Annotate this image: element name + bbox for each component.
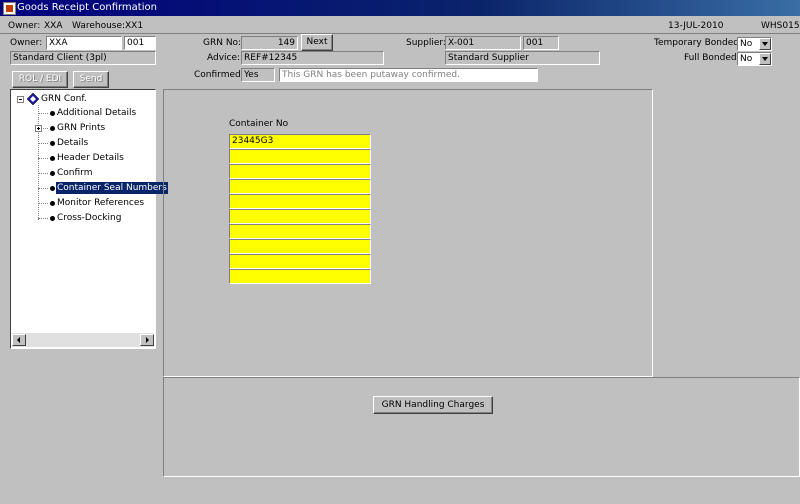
grn-status-message: This GRN has been putaway confirmed. (279, 68, 538, 82)
full-bonded-value: No (740, 54, 753, 64)
container-list: 23445G3 (229, 134, 371, 284)
title-bar: Goods Receipt Confirmation (0, 0, 800, 16)
bullet-icon (50, 156, 55, 161)
horizontal-scrollbar[interactable] (12, 333, 154, 347)
bullet-icon (50, 201, 55, 206)
confirmed-field: Yes (241, 68, 275, 82)
window-title: Goods Receipt Confirmation (17, 2, 157, 13)
diamond-icon (27, 93, 39, 105)
expand-icon[interactable] (35, 125, 42, 132)
supplier-number-field[interactable]: 001 (523, 36, 559, 50)
bullet-icon (50, 186, 55, 191)
tree-item-additional-details[interactable]: Additional Details (57, 107, 136, 119)
status-screen-id: WHS015C (761, 21, 800, 31)
tree-branch (38, 173, 48, 174)
container-row[interactable] (229, 149, 371, 164)
status-owner: XXA (44, 21, 63, 31)
tree-branch (38, 113, 48, 114)
container-no-header: Container No (229, 119, 289, 129)
supplier-label: Supplier: (406, 38, 446, 48)
container-row[interactable] (229, 224, 371, 239)
bullet-icon (50, 216, 55, 221)
charges-panel (163, 377, 800, 477)
status-owner-label: Owner: (8, 21, 41, 31)
container-row[interactable] (229, 269, 371, 284)
temporary-bonded-value: No (740, 39, 753, 49)
navigation-tree: GRN Conf. Additional Details GRN Prints … (10, 89, 168, 349)
tree-branch (38, 218, 48, 219)
tree-branch (38, 203, 48, 204)
confirmed-label: Confirmed: (194, 70, 244, 80)
advice-field[interactable]: REF#12345 (241, 51, 384, 65)
container-row[interactable] (229, 209, 371, 224)
full-bonded-select[interactable]: No (737, 52, 772, 66)
owner-label: Owner: (10, 38, 43, 48)
bullet-icon (50, 111, 55, 116)
tree-item-header-details[interactable]: Header Details (57, 152, 124, 164)
supplier-code-field[interactable]: X-001 (445, 36, 521, 50)
status-warehouse-label: Warehouse: (72, 21, 126, 31)
tree-branch (38, 143, 48, 144)
chevron-down-icon[interactable] (759, 53, 771, 65)
full-bonded-label: Full Bonded: (684, 53, 740, 63)
status-date: 13-JUL-2010 (668, 21, 724, 31)
container-row[interactable]: 23445G3 (229, 134, 371, 149)
temporary-bonded-select[interactable]: No (737, 37, 772, 51)
advice-label: Advice: (207, 53, 241, 63)
supplier-name-field: Standard Supplier (445, 51, 600, 65)
container-row[interactable] (229, 164, 371, 179)
tree-branch (38, 158, 48, 159)
tree-item-details[interactable]: Details (57, 137, 88, 149)
bullet-icon (50, 126, 55, 131)
next-button[interactable]: Next (301, 34, 333, 51)
tree-root-label[interactable]: GRN Conf. (41, 93, 87, 105)
tree-branch (38, 188, 48, 189)
scroll-left-button[interactable] (12, 334, 26, 346)
scroll-right-button[interactable] (140, 334, 154, 346)
tree-item-container-seal-numbers[interactable]: Container Seal Numbers (56, 182, 168, 194)
owner-number-field[interactable]: 001 (124, 36, 156, 50)
app-icon (3, 2, 16, 15)
collapse-icon[interactable] (17, 96, 24, 103)
tree-item-grn-prints[interactable]: GRN Prints (57, 122, 105, 134)
header-divider (0, 33, 800, 34)
temporary-bonded-label: Temporary Bonded: (654, 38, 742, 48)
status-warehouse: XX1 (125, 21, 144, 31)
grn-no-label: GRN No: (203, 38, 242, 48)
chevron-down-icon[interactable] (759, 38, 771, 50)
container-row[interactable] (229, 194, 371, 209)
arrow-right-icon (146, 337, 149, 343)
grn-no-field[interactable]: 149 (241, 36, 298, 50)
container-row[interactable] (229, 239, 371, 254)
owner-code-field[interactable]: XXA (46, 36, 122, 50)
bullet-icon (50, 141, 55, 146)
container-row[interactable] (229, 254, 371, 269)
tree-item-monitor-references[interactable]: Monitor References (57, 197, 144, 209)
rol-edi-button[interactable]: ROL / EDI (12, 71, 68, 88)
tree-item-confirm[interactable]: Confirm (57, 167, 92, 179)
bullet-icon (50, 171, 55, 176)
tree-item-cross-docking[interactable]: Cross-Docking (57, 212, 121, 224)
container-row[interactable] (229, 179, 371, 194)
arrow-left-icon (17, 337, 20, 343)
send-button[interactable]: Send (73, 71, 109, 88)
grn-handling-charges-button[interactable]: GRN Handling Charges (373, 396, 493, 414)
owner-name-field: Standard Client (3pl) (10, 51, 156, 65)
